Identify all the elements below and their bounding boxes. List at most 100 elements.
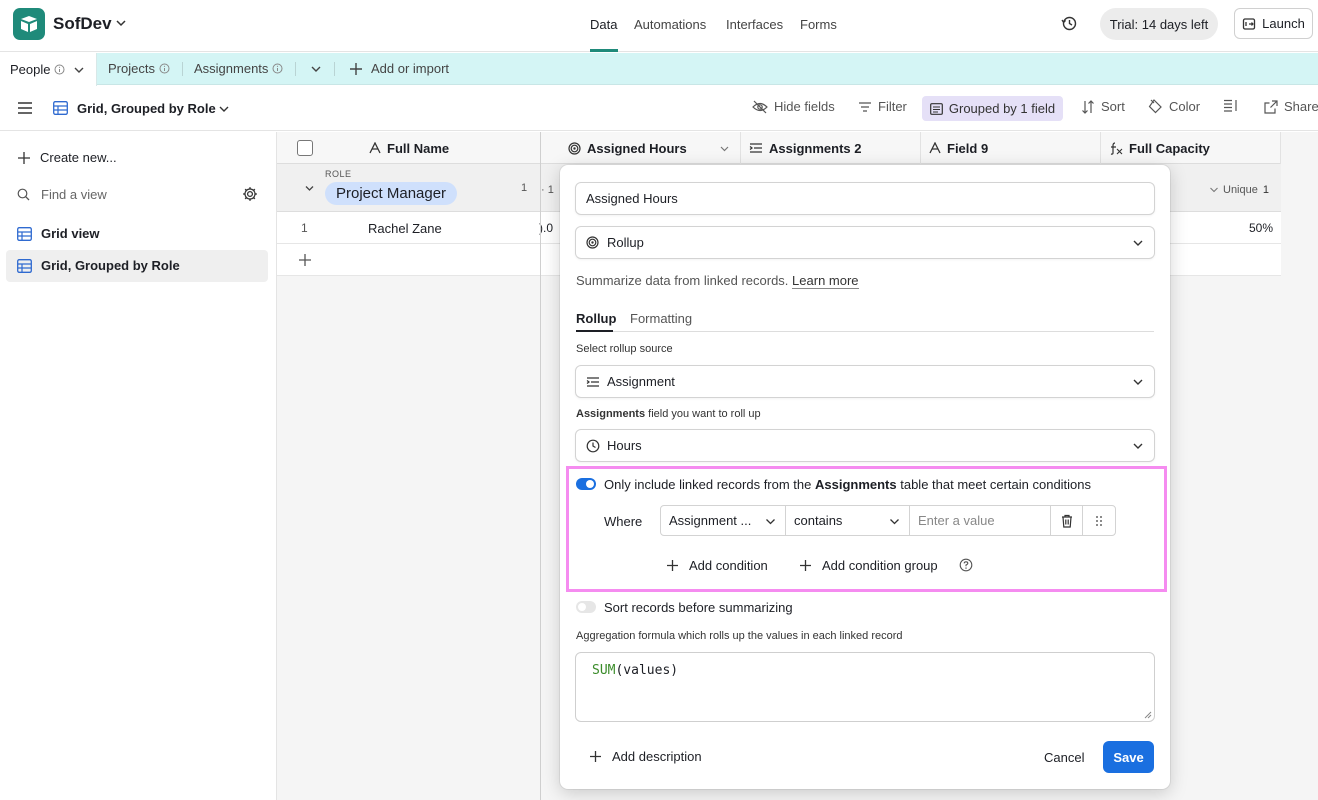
tab-rollup[interactable]: Rollup <box>576 311 616 326</box>
more-tables-chevron-icon[interactable] <box>310 63 322 75</box>
grid-header: Full Name Assigned Hours Assignments 2 F… <box>277 132 1281 164</box>
field-name-input[interactable]: Assigned Hours <box>575 182 1155 215</box>
trial-badge[interactable]: Trial: 14 days left <box>1100 8 1218 40</box>
sidebar-view-label: Grid, Grouped by Role <box>41 258 180 273</box>
nav-tab-forms[interactable]: Forms <box>800 17 837 32</box>
color-label: Color <box>1169 99 1201 114</box>
sort-records-toggle[interactable] <box>576 601 596 613</box>
launch-label: Launch <box>1262 16 1305 31</box>
column-header-label: Field 9 <box>947 140 989 156</box>
chevron-down-icon[interactable] <box>304 183 315 194</box>
cell-full-capacity[interactable]: 50% <box>1249 221 1273 235</box>
summary-unique[interactable]: Unique 1 <box>1209 184 1269 196</box>
top-bar: SofDev Data Automations Interfaces Forms… <box>0 0 1318 52</box>
active-tab-indicator <box>590 49 618 52</box>
field-description: Summarize data from linked records. Lear… <box>576 273 859 289</box>
share-label: Share <box>1284 99 1318 114</box>
column-header-assigned-hours[interactable]: Assigned Hours <box>560 132 741 164</box>
row-height-icon[interactable] <box>1223 99 1238 112</box>
table-tab-people[interactable]: People <box>0 53 97 86</box>
chevron-down-icon <box>1133 443 1143 449</box>
column-header-full-capacity[interactable]: Full Capacity <box>1101 132 1281 164</box>
aggregation-formula-input[interactable]: SUM(values) <box>575 652 1155 722</box>
formula-icon <box>1110 141 1123 155</box>
chevron-down-icon[interactable] <box>218 103 230 115</box>
launch-button[interactable]: Launch <box>1234 8 1313 39</box>
rollup-field-label-rest: field you want to roll up <box>645 408 761 420</box>
sidebar-view-grouped-by-role[interactable]: Grid, Grouped by Role <box>17 258 180 273</box>
cancel-button[interactable]: Cancel <box>1044 750 1084 765</box>
select-all-checkbox[interactable] <box>297 140 313 156</box>
sort-button[interactable]: Sort <box>1081 99 1125 114</box>
table-tab-projects[interactable]: Projects <box>108 61 170 76</box>
chevron-down-icon[interactable] <box>719 143 730 154</box>
group-button[interactable]: Grouped by 1 field <box>922 96 1063 121</box>
nav-tab-interfaces[interactable]: Interfaces <box>726 17 783 32</box>
text-field-icon <box>369 142 381 154</box>
views-sidebar: Create new... Find a view Grid view Grid… <box>0 132 277 800</box>
plus-icon <box>590 751 601 762</box>
table-tab-bar: People Projects Assignments Add or impor… <box>0 53 1318 86</box>
column-header-assignments-2[interactable]: Assignments 2 <box>741 132 921 164</box>
frozen-column-divider <box>540 132 541 800</box>
sidebar-view-label: Grid view <box>41 226 100 241</box>
field-type-value: Rollup <box>607 235 644 250</box>
cell-full-name[interactable]: Rachel Zane <box>368 221 442 236</box>
base-name[interactable]: SofDev <box>53 14 112 34</box>
rollup-field-select[interactable]: Hours <box>575 429 1155 462</box>
save-button[interactable]: Save <box>1103 741 1154 773</box>
formula-function: SUM <box>592 663 616 678</box>
share-button[interactable]: Share <box>1264 99 1318 114</box>
row-number: 1 <box>301 221 308 235</box>
column-header-label: Full Capacity <box>1129 140 1210 156</box>
resize-handle-icon[interactable] <box>1144 711 1152 719</box>
sidebar-view-grid[interactable]: Grid view <box>17 226 100 241</box>
column-header-full-name[interactable]: Full Name <box>361 132 541 164</box>
group-icon <box>929 102 943 115</box>
filter-icon <box>859 101 871 112</box>
base-logo-icon[interactable] <box>13 8 45 40</box>
rollup-source-value: Assignment <box>607 374 675 389</box>
view-name[interactable]: Grid, Grouped by Role <box>77 101 216 116</box>
cell-assigned-hours[interactable]: ).0 <box>539 221 553 235</box>
create-new-button[interactable]: Create new... <box>17 150 117 165</box>
color-button[interactable]: Color <box>1148 99 1200 114</box>
add-or-import-button[interactable]: Add or import <box>349 61 449 76</box>
linked-record-icon <box>586 376 599 387</box>
hamburger-menu-icon[interactable] <box>18 102 32 114</box>
create-new-label: Create new... <box>40 150 117 165</box>
column-header-label: Full Name <box>387 140 450 156</box>
table-tab-assignments[interactable]: Assignments <box>194 61 283 76</box>
chevron-down-icon[interactable] <box>73 64 85 76</box>
nav-tab-data[interactable]: Data <box>590 17 617 32</box>
table-tab-label: Projects <box>108 61 155 76</box>
add-description-button[interactable]: Add description <box>589 749 702 764</box>
chevron-down-icon <box>1133 379 1143 385</box>
aggregation-label: Aggregation formula which rolls up the v… <box>576 630 903 642</box>
find-view-placeholder: Find a view <box>41 187 107 202</box>
info-icon <box>272 63 283 74</box>
hide-fields-button[interactable]: Hide fields <box>752 99 835 114</box>
add-or-import-label: Add or import <box>371 61 450 76</box>
chevron-down-icon[interactable] <box>115 17 127 29</box>
chevron-down-icon <box>1133 240 1143 246</box>
nav-tab-automations[interactable]: Automations <box>634 17 706 32</box>
gear-icon[interactable] <box>242 186 258 202</box>
hide-fields-label: Hide fields <box>774 99 835 114</box>
paint-bucket-icon <box>1148 99 1162 114</box>
history-icon[interactable] <box>1061 15 1078 32</box>
tab-formatting[interactable]: Formatting <box>630 311 692 326</box>
learn-more-link[interactable]: Learn more <box>792 273 859 289</box>
plus-icon <box>350 62 362 75</box>
rollup-field-label-bold: Assignments <box>576 408 646 420</box>
plus-icon <box>299 254 311 266</box>
field-type-select[interactable]: Rollup <box>575 226 1155 259</box>
summary-unique-label: Unique <box>1223 184 1258 196</box>
column-header-field-9[interactable]: Field 9 <box>921 132 1101 164</box>
column-header-label: Assigned Hours <box>587 140 687 156</box>
find-view-input[interactable]: Find a view <box>17 187 107 202</box>
filter-button[interactable]: Filter <box>858 99 907 114</box>
group-record-count: 1 <box>521 182 528 194</box>
column-header-label: Assignments 2 <box>769 140 862 156</box>
rollup-source-select[interactable]: Assignment <box>575 365 1155 398</box>
